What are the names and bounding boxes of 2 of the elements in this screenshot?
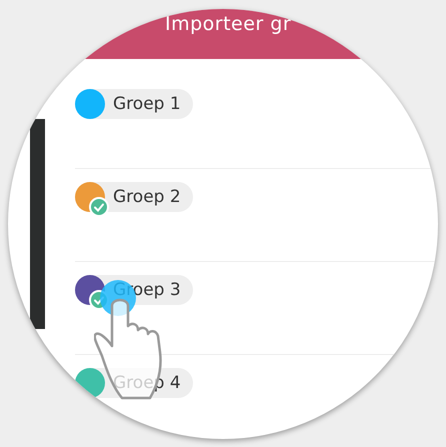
header-title: Importeer gr — [165, 12, 292, 34]
group-chip[interactable]: Groep 1 — [75, 88, 193, 118]
